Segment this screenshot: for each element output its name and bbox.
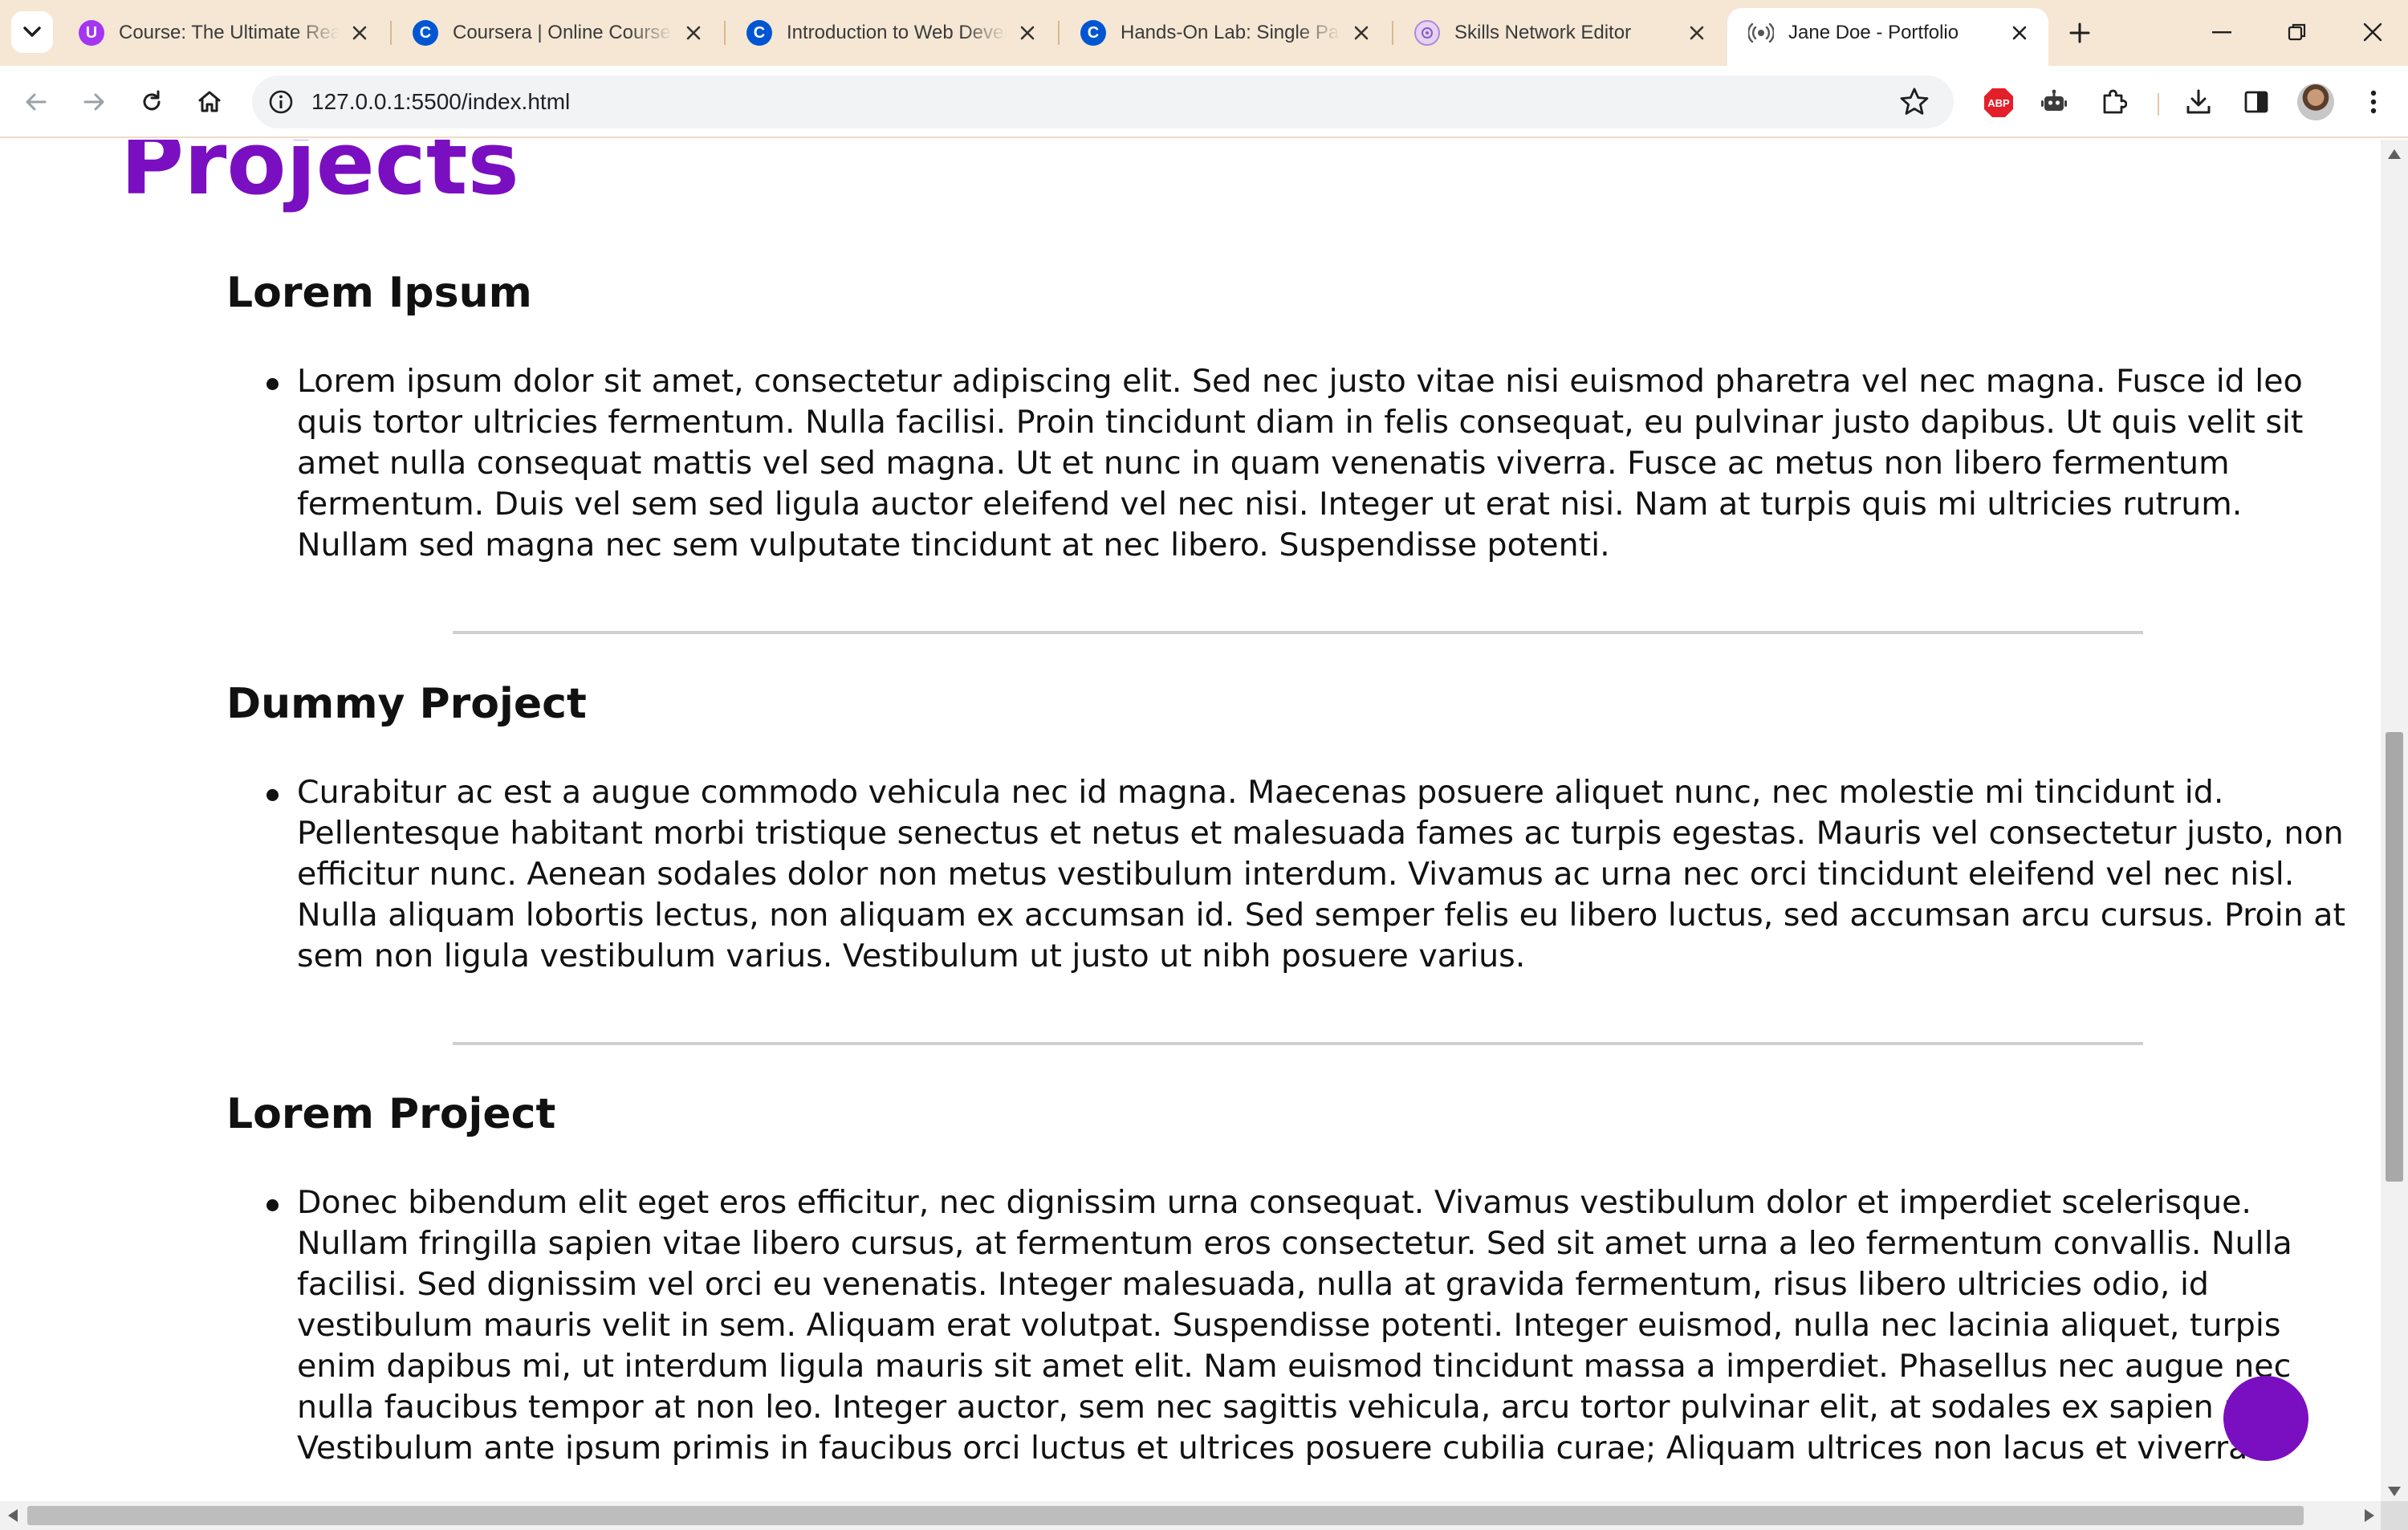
site-info-icon[interactable] (266, 87, 295, 116)
tab-title: Coursera | Online Courses (453, 22, 673, 43)
arrow-left-icon (26, 93, 47, 111)
minimize-icon (2212, 31, 2231, 34)
toolbar-divider (2158, 93, 2159, 116)
project-dummy-project: Dummy Project Curabitur ac est a augue c… (226, 679, 2345, 977)
page-viewport: Projects Lorem Ipsum Lorem ipsum dolor s… (0, 140, 2381, 1501)
reload-button[interactable] (132, 82, 172, 122)
url-text[interactable]: 127.0.0.1:5500/index.html (311, 89, 570, 115)
project-description-list: Curabitur ac est a augue commodo vehicul… (226, 772, 2345, 977)
browser-menu-button[interactable] (2353, 82, 2394, 122)
coursera-icon: C (413, 20, 438, 46)
tab-jane-doe-portfolio[interactable]: Jane Doe - Portfolio (1727, 8, 2048, 66)
floating-action-button[interactable] (2223, 1376, 2308, 1461)
address-bar[interactable]: 127.0.0.1:5500/index.html (252, 75, 1954, 128)
project-lorem-project: Lorem Project Donec bibendum elit eget e… (226, 1089, 2345, 1469)
tab-title: Jane Doe - Portfolio (1788, 22, 1959, 43)
plus-icon (2069, 22, 2090, 43)
side-panel-icon (2244, 91, 2268, 113)
project-title: Dummy Project (226, 680, 587, 728)
close-icon[interactable] (2007, 20, 2032, 46)
browser-toolbar: 127.0.0.1:5500/index.html ABP (0, 66, 2408, 138)
tab-title: Skills Network Editor (1454, 22, 1632, 43)
tab-coursera[interactable]: C Coursera | Online Courses (392, 10, 722, 56)
arrow-right-icon (83, 93, 104, 111)
horizontal-scrollbar[interactable] (0, 1501, 2408, 1530)
forward-button[interactable] (74, 82, 114, 122)
udemy-icon: U (79, 20, 104, 46)
adblock-icon[interactable]: ABP (1983, 87, 2015, 119)
bullet (266, 378, 279, 391)
project-description-list: Donec bibendum elit eget eros efficitur,… (226, 1182, 2345, 1469)
list-item: Donec bibendum elit eget eros efficitur,… (226, 1182, 2345, 1469)
scroll-down-arrow-icon[interactable] (2388, 1487, 2401, 1496)
list-item: Curabitur ac est a augue commodo vehicul… (226, 772, 2345, 977)
close-icon[interactable] (347, 20, 372, 46)
skills-network-icon (1414, 20, 1440, 46)
tab-skills-network-editor[interactable]: Skills Network Editor (1393, 10, 1726, 56)
scroll-right-arrow-icon[interactable] (2365, 1509, 2374, 1522)
scrollbar-corner (2381, 1501, 2408, 1530)
close-icon[interactable] (681, 20, 706, 46)
new-tab-button[interactable] (2060, 13, 2100, 53)
project-description-list: Lorem ipsum dolor sit amet, consectetur … (226, 361, 2345, 566)
bullet (266, 1199, 279, 1212)
project-title: Lorem Ipsum (226, 269, 532, 317)
window-close-button[interactable] (2349, 11, 2397, 53)
chevron-down-icon (23, 26, 41, 37)
live-server-icon (1748, 20, 1774, 46)
project-description: Donec bibendum elit eget eros efficitur,… (297, 1184, 2292, 1467)
tab-intro-web-dev[interactable]: C Introduction to Web Development (726, 10, 1056, 56)
home-icon (198, 91, 221, 112)
close-icon[interactable] (1348, 20, 1374, 46)
tab-title: Course: The Ultimate React (119, 22, 339, 43)
project-title: Lorem Project (226, 1090, 556, 1138)
coursera-icon: C (1080, 20, 1106, 46)
horizontal-scroll-thumb[interactable] (27, 1506, 2304, 1525)
extensions-button[interactable] (2093, 82, 2133, 122)
back-button[interactable] (16, 82, 56, 122)
reload-icon (143, 90, 161, 111)
section-divider (453, 1042, 2143, 1045)
puzzle-icon (2103, 89, 2127, 114)
side-panel-button[interactable] (2236, 82, 2276, 122)
close-icon[interactable] (1684, 20, 1710, 46)
section-divider (453, 631, 2143, 634)
scroll-up-arrow-icon[interactable] (2388, 149, 2401, 159)
robot-icon (2041, 89, 2067, 111)
downloads-button[interactable] (2178, 82, 2219, 122)
bullet (266, 789, 279, 802)
vertical-scrollbar[interactable] (2381, 140, 2408, 1501)
download-icon (2186, 89, 2211, 114)
home-button[interactable] (189, 82, 230, 122)
project-description: Curabitur ac est a augue commodo vehicul… (297, 774, 2345, 975)
tab-title: Introduction to Web Development (787, 22, 1007, 43)
close-icon[interactable] (1015, 20, 1040, 46)
bookmark-star-icon[interactable] (1899, 87, 1930, 117)
tab-title: Hands-On Lab: Single Page (1121, 22, 1340, 43)
close-icon (2363, 22, 2382, 42)
minimize-button[interactable] (2198, 11, 2246, 53)
scroll-left-arrow-icon[interactable] (8, 1509, 18, 1522)
tab-strip: U Course: The Ultimate React C Coursera … (0, 0, 2408, 66)
list-item: Lorem ipsum dolor sit amet, consectetur … (226, 361, 2345, 566)
restore-icon (2288, 23, 2306, 41)
projects-heading: Projects (120, 140, 519, 214)
project-description: Lorem ipsum dolor sit amet, consectetur … (297, 363, 2304, 564)
coursera-icon: C (746, 20, 772, 46)
tab-search-button[interactable] (11, 11, 53, 53)
extension-robot-button[interactable] (2034, 82, 2074, 122)
profile-avatar[interactable] (2297, 83, 2334, 120)
restore-button[interactable] (2273, 11, 2321, 53)
tab-udemy-course[interactable]: U Course: The Ultimate React (58, 10, 388, 56)
tab-hands-on-lab[interactable]: C Hands-On Lab: Single Page (1060, 10, 1390, 56)
vertical-scroll-thumb[interactable] (2386, 732, 2403, 1182)
svg-text:ABP: ABP (1987, 97, 2010, 109)
project-lorem-ipsum: Lorem Ipsum Lorem ipsum dolor sit amet, … (226, 268, 2345, 566)
more-vertical-icon (2370, 90, 2377, 114)
